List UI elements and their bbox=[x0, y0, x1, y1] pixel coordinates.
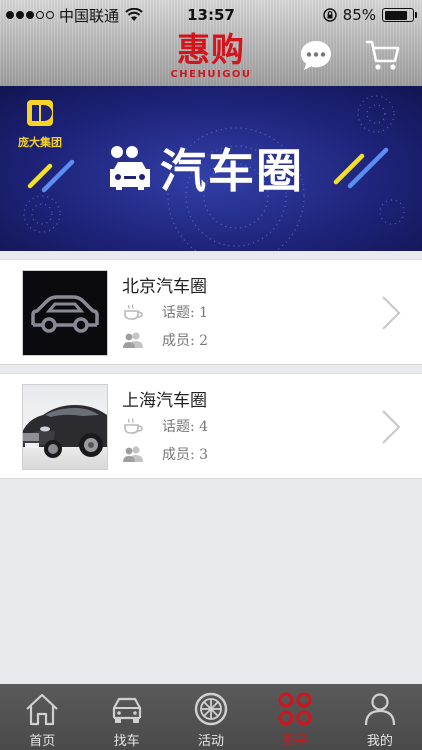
brand-logo: 庞大集团 bbox=[10, 98, 70, 150]
banner-title-text: 汽车圈 bbox=[160, 144, 304, 198]
topics-count: 话题: 1 bbox=[122, 302, 208, 322]
coffee-cup-icon bbox=[124, 418, 143, 434]
topics-label: 话题: 1 bbox=[162, 305, 209, 321]
tab-home[interactable]: 首页 bbox=[0, 684, 84, 750]
topics-count: 话题: 4 bbox=[122, 416, 208, 436]
tab-circles[interactable]: 圈子 bbox=[253, 684, 337, 750]
promo-banner[interactable]: 庞大集团 汽车圈 bbox=[0, 86, 422, 251]
home-icon bbox=[26, 693, 58, 726]
members-icon bbox=[123, 332, 143, 348]
battery-icon bbox=[382, 8, 417, 22]
coffee-cup-icon bbox=[124, 304, 143, 320]
members-count: 成员: 2 bbox=[122, 330, 208, 350]
members-label: 成员: 2 bbox=[162, 333, 209, 349]
circle-name: 上海汽车圈 bbox=[122, 391, 207, 411]
cart-icon[interactable] bbox=[365, 38, 401, 72]
chevron-right-icon bbox=[382, 296, 401, 330]
tab-mine[interactable]: 我的 bbox=[338, 684, 422, 750]
circle-list-item[interactable]: 北京汽车圈 话题: 1 成员: 2 bbox=[0, 259, 422, 365]
topics-label: 话题: 4 bbox=[162, 419, 209, 435]
car-outline-icon bbox=[31, 295, 99, 333]
top-header: 中国联通 13:57 85% 惠购 CHEHUIGOU bbox=[0, 0, 422, 86]
circle-list-item[interactable]: 上海汽车圈 话题: 4 成员: 3 bbox=[0, 373, 422, 479]
logo-sub-text: CHEHUIGOU bbox=[170, 69, 252, 80]
circles-icon bbox=[278, 692, 312, 726]
tab-label: 首页 bbox=[29, 734, 56, 749]
chat-bubble-icon[interactable] bbox=[299, 38, 333, 72]
bottom-tab-bar: 首页 找车 活动 圈子 我的 bbox=[0, 684, 422, 750]
app-logo: 惠购 CHEHUIGOU bbox=[166, 30, 256, 84]
tab-find-car[interactable]: 找车 bbox=[84, 684, 168, 750]
tab-label: 活动 bbox=[198, 734, 225, 749]
members-count: 成员: 3 bbox=[122, 444, 208, 464]
tab-label: 圈子 bbox=[282, 734, 309, 749]
circle-thumbnail bbox=[22, 384, 108, 470]
banner-title: 汽车圈 bbox=[108, 142, 304, 198]
members-icon bbox=[123, 446, 143, 462]
circle-name: 北京汽车圈 bbox=[122, 277, 207, 297]
battery-level-fill bbox=[384, 10, 408, 20]
wheel-icon bbox=[194, 692, 228, 726]
person-icon bbox=[364, 693, 395, 726]
tab-activities[interactable]: 活动 bbox=[169, 684, 253, 750]
members-label: 成员: 3 bbox=[162, 447, 209, 463]
car-icon bbox=[112, 697, 141, 723]
car-face-icon bbox=[110, 146, 150, 190]
chevron-right-icon bbox=[382, 410, 401, 444]
logo-main-text: 惠购 bbox=[177, 30, 245, 69]
circle-thumbnail bbox=[22, 270, 108, 356]
rotation-lock-icon bbox=[322, 8, 337, 22]
brand-name: 庞大集团 bbox=[18, 136, 62, 149]
battery-percent: 85% bbox=[342, 6, 376, 24]
car-photo bbox=[23, 405, 107, 458]
tab-label: 找车 bbox=[113, 734, 140, 749]
tab-label: 我的 bbox=[366, 734, 393, 749]
brand-emblem-icon bbox=[27, 100, 53, 126]
status-bar: 中国联通 13:57 85% bbox=[0, 0, 422, 30]
